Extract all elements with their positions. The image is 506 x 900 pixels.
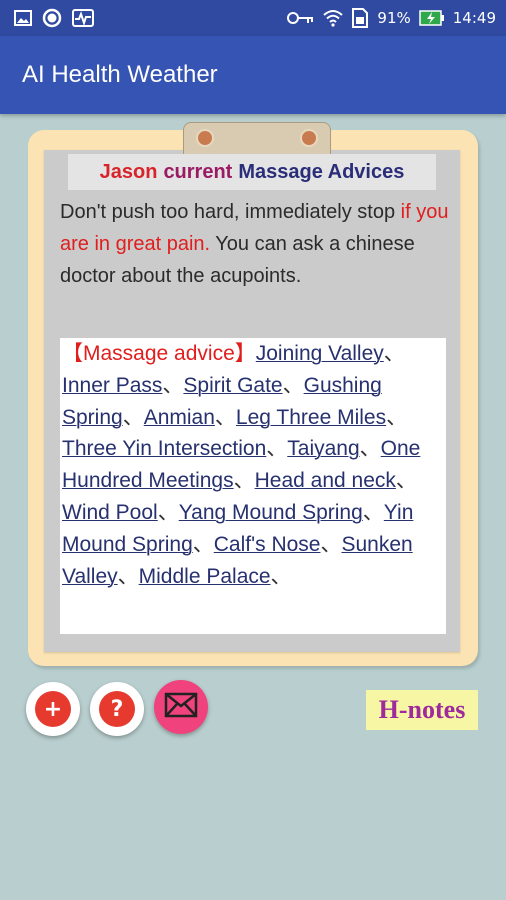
card-title-name: Jason [99, 160, 158, 183]
clip-hole-icon [196, 129, 214, 147]
clock: 14:49 [452, 9, 496, 27]
separator: 、 [117, 564, 139, 588]
acupoint-link[interactable]: Middle Palace [139, 565, 271, 588]
acupoint-link[interactable]: Yang Mound Spring [179, 501, 363, 524]
acupoint-link[interactable]: Inner Pass [62, 374, 162, 397]
acupoint-link[interactable]: Wind Pool [62, 501, 158, 524]
image-icon [14, 10, 32, 26]
separator: 、 [192, 532, 214, 556]
app-title: AI Health Weather [22, 61, 218, 88]
plus-icon: + [35, 691, 71, 727]
separator: 、 [122, 405, 144, 429]
separator: 、 [383, 342, 405, 365]
acupoint-link[interactable]: Leg Three Miles [236, 406, 386, 429]
circle-icon [42, 8, 62, 28]
card-title-current: current [163, 160, 233, 183]
wifi-icon [323, 9, 344, 27]
massage-advice-box[interactable]: 【Massage advice】Joining Valley、Inner Pas… [60, 338, 446, 634]
separator: 、 [266, 437, 288, 461]
warning-text: Don't push too hard, immediately stop if… [60, 196, 450, 292]
separator: 、 [270, 564, 292, 588]
status-bar: 91% 14:49 [0, 0, 506, 36]
massage-advice-heading: 【Massage advice】 [62, 342, 256, 365]
mail-button[interactable] [154, 680, 208, 734]
acupoint-link[interactable]: Spirit Gate [183, 374, 282, 397]
acupoint-link[interactable]: Taiyang [287, 437, 359, 460]
separator: 、 [386, 405, 408, 429]
warning-text-part1: Don't push too hard, immediately stop [60, 201, 401, 223]
acupoint-link[interactable]: Joining Valley [256, 342, 384, 365]
acupoint-link[interactable]: Anmian [144, 406, 215, 429]
separator: 、 [282, 373, 304, 397]
sim-icon [351, 8, 369, 28]
separator: 、 [320, 532, 342, 556]
app-bar: AI Health Weather [0, 36, 506, 114]
acupoint-link[interactable]: Three Yin Intersection [62, 437, 266, 460]
separator: 、 [214, 405, 236, 429]
battery-charging-icon [419, 10, 445, 26]
question-icon: ? [99, 691, 135, 727]
help-button[interactable]: ? [90, 682, 144, 736]
separator: 、 [395, 469, 417, 493]
envelope-icon [164, 692, 198, 722]
acupoint-link[interactable]: Head and neck [255, 469, 396, 492]
battery-percent: 91% [377, 9, 411, 27]
key-icon [287, 11, 315, 25]
separator: 、 [359, 437, 381, 461]
add-button[interactable]: + [26, 682, 80, 736]
separator: 、 [233, 469, 255, 493]
separator: 、 [157, 500, 179, 524]
pulse-icon [72, 9, 94, 27]
h-notes-button[interactable]: H-notes [366, 690, 478, 730]
acupoint-link[interactable]: Calf's Nose [214, 533, 321, 556]
clip-hole-icon [300, 129, 318, 147]
card-title: Jason current Massage Advices [68, 154, 436, 190]
separator: 、 [362, 500, 384, 524]
separator: 、 [162, 373, 184, 397]
card-title-advices: Massage Advices [238, 160, 405, 183]
